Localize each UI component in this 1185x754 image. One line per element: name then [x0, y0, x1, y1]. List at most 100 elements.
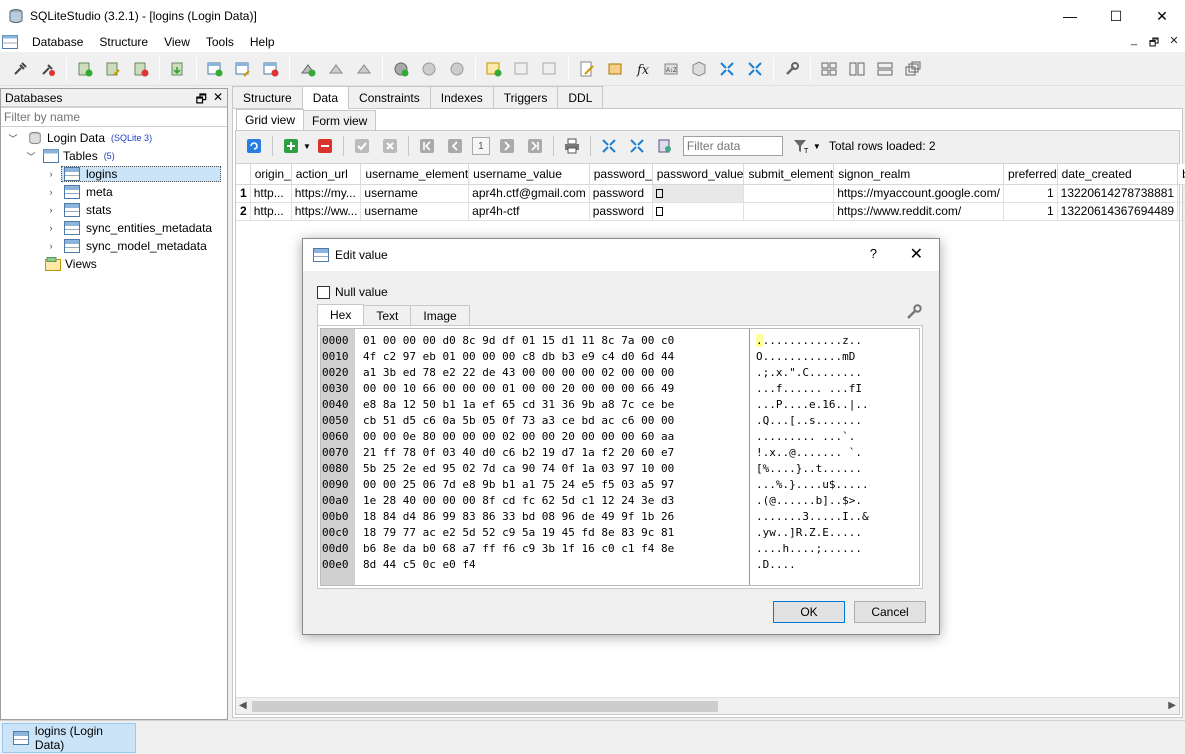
chevron-right-icon[interactable]: › — [45, 187, 57, 197]
page-number[interactable]: 1 — [471, 137, 490, 155]
minimize-button[interactable]: — — [1047, 0, 1093, 32]
tile-button[interactable] — [744, 58, 766, 80]
table-cell[interactable] — [743, 184, 835, 203]
tab-image[interactable]: Image — [410, 305, 470, 325]
export-db-button[interactable] — [167, 58, 189, 80]
ascii-line[interactable]: ....h....;...... — [756, 541, 919, 557]
form-view-button[interactable] — [655, 136, 675, 156]
table-cell[interactable]: password — [589, 184, 653, 203]
tab-grid-view[interactable]: Grid view — [236, 109, 305, 130]
hex-line[interactable]: 00 00 25 06 7d e8 9b b1 a1 75 24 e5 f5 0… — [363, 477, 674, 493]
tab-indexes[interactable]: Indexes — [429, 86, 494, 108]
ascii-line[interactable]: .Q...[..s....... — [756, 413, 919, 429]
ddl-history-button[interactable] — [604, 58, 626, 80]
scroll-right-icon[interactable]: ▶ — [1168, 700, 1176, 711]
ascii-line[interactable]: .(@......b]..$>. — [756, 493, 919, 509]
ascii-line[interactable]: .......3.....I..& — [756, 509, 919, 525]
hex-line[interactable]: 5b 25 2e ed 95 02 7d ca 90 74 0f 1a 03 9… — [363, 461, 674, 477]
column-header[interactable]: submit_element — [743, 164, 835, 185]
hex-bytes-column[interactable]: 01 00 00 00 d0 8c 9d df 01 15 d1 11 8c 7… — [363, 329, 674, 573]
chevron-right-icon[interactable]: › — [45, 169, 57, 179]
column-header[interactable]: username_element — [360, 164, 470, 185]
collapse-button[interactable] — [599, 136, 619, 156]
tab-triggers[interactable]: Triggers — [492, 86, 559, 108]
hex-line[interactable]: 18 84 d4 86 99 83 86 33 bd 08 96 de 49 9… — [363, 509, 674, 525]
table-cell[interactable]: 13220614278738881 — [1057, 184, 1179, 203]
connect-db-button[interactable] — [9, 58, 31, 80]
add-db-button[interactable] — [74, 58, 96, 80]
table-cell[interactable]: password — [589, 202, 653, 221]
tree-item-table[interactable]: › meta — [1, 183, 227, 201]
cancel-button[interactable]: Cancel — [854, 601, 926, 623]
table-cell[interactable]: username — [360, 184, 470, 203]
ascii-line[interactable]: .D.... — [756, 557, 919, 573]
edit-view-button[interactable] — [511, 58, 533, 80]
wrench-icon[interactable] — [905, 303, 923, 321]
horizontal-scrollbar[interactable]: ◀ ▶ — [236, 697, 1179, 714]
mdi-restore-button[interactable]: 🗗 — [1147, 34, 1161, 53]
column-header[interactable]: origin_ — [250, 164, 292, 185]
row-number[interactable]: 2 — [236, 202, 251, 221]
chevron-down-icon[interactable]: ﹀ — [7, 132, 19, 145]
ascii-column[interactable]: .............z.. O............mD .;.x.".… — [749, 329, 919, 585]
refresh-button[interactable] — [244, 136, 264, 156]
filter-mode-button[interactable]: T — [791, 136, 811, 156]
table-cell[interactable]: https://myaccount.google.com/ — [833, 184, 1004, 203]
collations-editor-button[interactable]: A↕Z — [660, 58, 682, 80]
tab-form-view[interactable]: Form view — [303, 110, 377, 130]
table-cell[interactable]: https://my... — [291, 184, 362, 203]
print-button[interactable] — [562, 136, 582, 156]
column-header[interactable]: action_url — [291, 164, 362, 185]
db-filter-input[interactable] — [1, 107, 227, 127]
hex-line[interactable]: 18 79 77 ac e2 5d 52 c9 5a 19 45 fd 8e 8… — [363, 525, 674, 541]
table-cell[interactable]: 1 — [1003, 202, 1058, 221]
chevron-down-icon[interactable]: ﹀ — [25, 150, 37, 163]
tile-horizontal-button[interactable] — [874, 58, 896, 80]
config-button[interactable] — [781, 58, 803, 80]
edit-db-button[interactable] — [102, 58, 124, 80]
column-header[interactable]: date_created — [1057, 164, 1179, 185]
cascade-button[interactable] — [716, 58, 738, 80]
table-cell[interactable]: https://ww... — [291, 202, 362, 221]
create-trigger-button[interactable] — [390, 58, 412, 80]
tile-vertical-button[interactable] — [846, 58, 868, 80]
commit-button[interactable] — [352, 136, 372, 156]
column-header[interactable]: b — [1177, 164, 1185, 185]
table-cell-selected[interactable] — [652, 184, 745, 203]
hex-line[interactable]: b6 8e da b0 68 a7 ff f6 c9 3b 1f 16 c0 c… — [363, 541, 674, 557]
hex-line[interactable]: 4f c2 97 eb 01 00 00 00 c8 db b3 e9 c4 d… — [363, 349, 674, 365]
extensions-button[interactable] — [688, 58, 710, 80]
ascii-line[interactable]: [%....}..t...... — [756, 461, 919, 477]
column-header[interactable]: password_value — [652, 164, 745, 185]
tab-constraints[interactable]: Constraints — [348, 86, 431, 108]
table-cell[interactable]: 1 — [1003, 184, 1058, 203]
chevron-right-icon[interactable]: › — [45, 223, 57, 233]
ok-button[interactable]: OK — [773, 601, 845, 623]
delete-table-button[interactable] — [260, 58, 282, 80]
help-button[interactable]: ? — [870, 246, 877, 261]
chevron-down-icon[interactable]: ▼ — [303, 142, 311, 151]
ascii-line[interactable]: .;.x.".C........ — [756, 365, 919, 381]
tree-item-table[interactable]: › logins — [1, 165, 227, 183]
hex-line[interactable]: 00 00 0e 80 00 00 00 02 00 00 20 00 00 0… — [363, 429, 674, 445]
ascii-line[interactable]: O............mD — [756, 349, 919, 365]
mdi-close-button[interactable]: ✕ — [1167, 34, 1181, 53]
rollback-button[interactable] — [380, 136, 400, 156]
tree-item-database[interactable]: ﹀ Login Data (SQLite 3) — [1, 129, 227, 147]
delete-index-button[interactable] — [353, 58, 375, 80]
hex-line[interactable]: 00 00 10 66 00 00 00 01 00 00 20 00 00 0… — [363, 381, 674, 397]
menu-view[interactable]: View — [156, 35, 198, 49]
float-panel-button[interactable]: 🗗 — [196, 90, 207, 111]
ascii-line[interactable]: ...f...... ...fI — [756, 381, 919, 397]
tab-ddl[interactable]: DDL — [557, 86, 604, 108]
table-cell[interactable]: https://www.reddit.com/ — [833, 202, 1004, 221]
column-header[interactable]: username_value — [468, 164, 590, 185]
hex-line[interactable]: e8 8a 12 50 b1 1a ef 65 cd 31 36 9b a8 7… — [363, 397, 674, 413]
mdi-minimize-button[interactable]: _ — [1127, 34, 1141, 53]
ascii-line[interactable]: ...%.}....u$..... — [756, 477, 919, 493]
edit-trigger-button[interactable] — [418, 58, 440, 80]
tab-structure[interactable]: Structure — [232, 86, 303, 108]
next-page-button[interactable] — [497, 136, 517, 156]
table-cell[interactable]: 13220614367694489 — [1057, 202, 1179, 221]
table-cell[interactable]: http... — [250, 184, 292, 203]
